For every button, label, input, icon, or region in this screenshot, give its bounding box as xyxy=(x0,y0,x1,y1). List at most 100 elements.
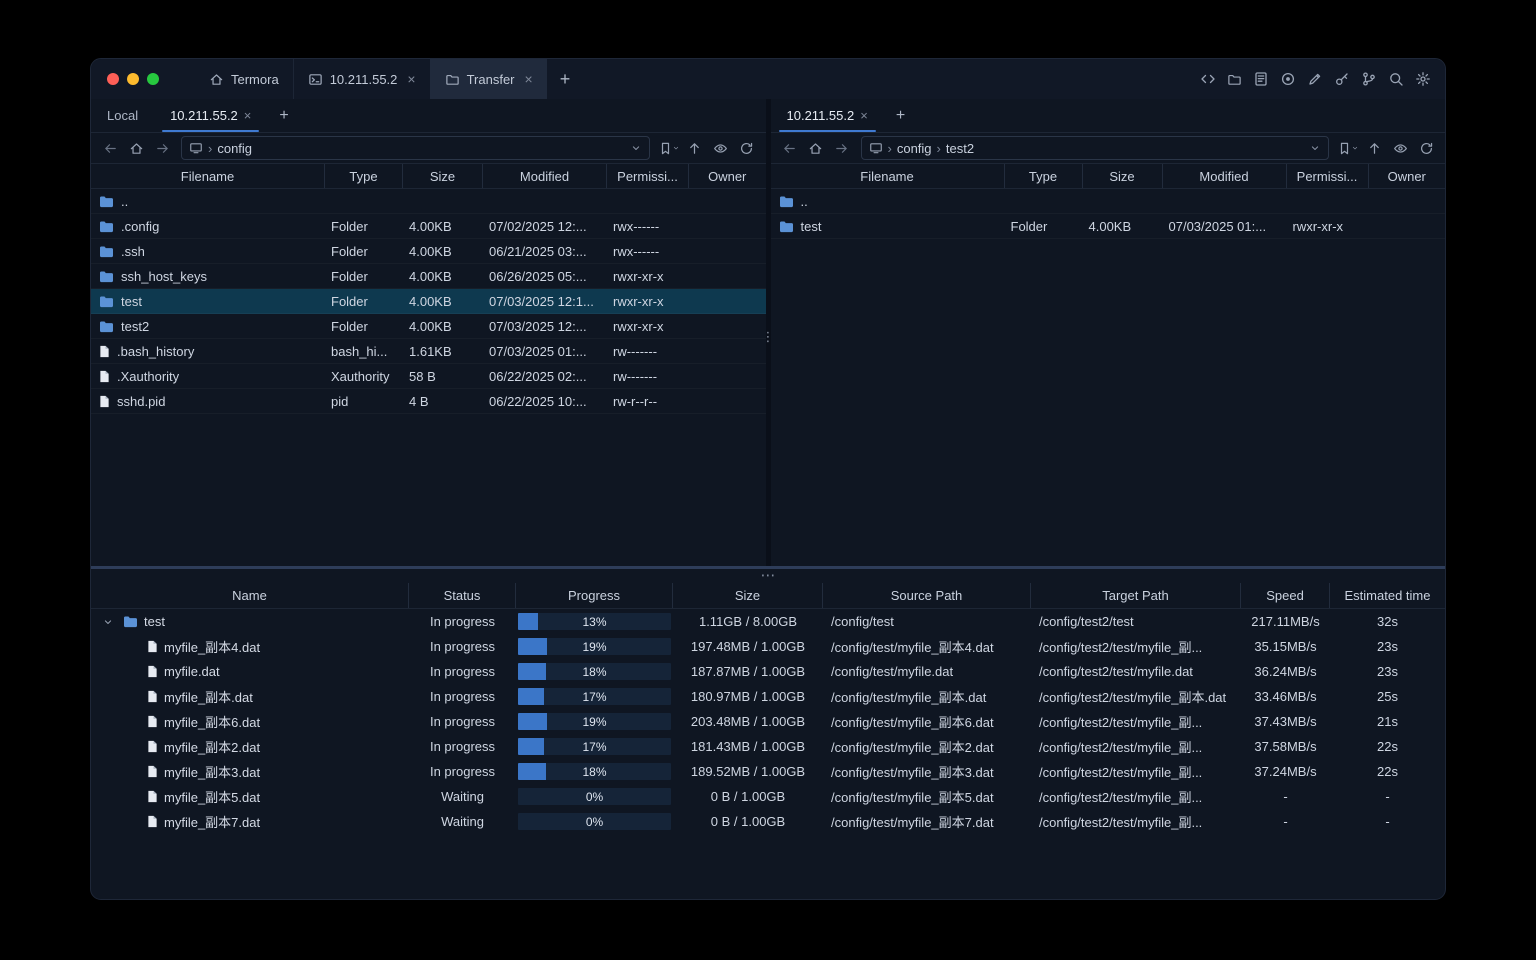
file-row-ssh-host-keys[interactable]: ssh_host_keys Folder 4.00KB 06/26/2025 05:.… xyxy=(91,264,766,289)
collapse-icon[interactable] xyxy=(99,616,117,628)
transfer-name-text: myfile_副本3.dat xyxy=(164,765,261,780)
permissions-cell xyxy=(607,189,689,213)
back-button[interactable] xyxy=(777,136,803,160)
column-header-owner[interactable]: Owner xyxy=(689,164,766,188)
folder-icon[interactable] xyxy=(1227,72,1242,87)
close-icon[interactable]: × xyxy=(407,71,415,87)
record-icon[interactable] xyxy=(1280,71,1296,87)
file-row-xauthority[interactable]: .Xauthority Xauthority 58 B 06/22/2025 02:.… xyxy=(91,364,766,389)
transfer-column-header-status[interactable]: Status xyxy=(409,583,516,608)
home-button[interactable] xyxy=(803,136,829,160)
branch-icon[interactable] xyxy=(1361,71,1377,87)
chevron-down-icon[interactable] xyxy=(1309,142,1321,154)
transfer-row-myfile-5-dat[interactable]: myfile_副本5.dat Waiting 0% 0 B / 1.00GB/conf… xyxy=(91,784,1445,809)
filename-cell: sshd.pid xyxy=(91,389,325,413)
show-hidden-files-button[interactable] xyxy=(708,136,734,160)
column-header-modified[interactable]: Modified xyxy=(1163,164,1287,188)
close-icon[interactable]: × xyxy=(244,108,252,123)
up-directory-button[interactable] xyxy=(682,136,708,160)
file-row-test[interactable]: test Folder 4.00KB 07/03/2025 01:... rwxr-xr… xyxy=(771,214,1446,239)
path-combobox[interactable]: › config xyxy=(181,136,650,160)
file-row-config[interactable]: .config Folder 4.00KB 07/02/2025 12:... rwx-… xyxy=(91,214,766,239)
path-segment[interactable]: config xyxy=(217,141,252,156)
transfer-row-test[interactable]: test In progress 13% 1.11GB / 8.00GB/config… xyxy=(91,609,1445,634)
column-header-type[interactable]: Type xyxy=(325,164,403,188)
transfer-row-myfile-2-dat[interactable]: myfile_副本2.dat In progress 17% 181.43MB / 1… xyxy=(91,734,1445,759)
bookmark-button[interactable] xyxy=(1335,136,1361,160)
refresh-button[interactable] xyxy=(734,136,760,160)
transfer-row-myfile-dat[interactable]: myfile_副本.dat In progress 17% 180.97MB / 1.… xyxy=(91,684,1445,709)
up-directory-button[interactable] xyxy=(1361,136,1387,160)
settings-icon[interactable] xyxy=(1415,71,1431,87)
chevron-down-icon[interactable] xyxy=(630,142,642,154)
home-button[interactable] xyxy=(123,136,149,160)
transfer-row-myfile-7-dat[interactable]: myfile_副本7.dat Waiting 0% 0 B / 1.00GB/conf… xyxy=(91,809,1445,834)
size-cell: 4.00KB xyxy=(1088,218,1132,234)
log-icon[interactable] xyxy=(1253,71,1269,87)
transfer-column-header-estimated-time[interactable]: Estimated time xyxy=(1330,583,1445,608)
file-row-item[interactable]: .. xyxy=(91,189,766,214)
zoom-window-button[interactable] xyxy=(147,73,159,85)
edit-icon[interactable] xyxy=(1307,71,1323,87)
forward-button[interactable] xyxy=(149,136,175,160)
column-header-filename[interactable]: Filename xyxy=(91,164,325,188)
back-button[interactable] xyxy=(97,136,123,160)
column-header-permissi[interactable]: Permissi... xyxy=(1287,164,1369,188)
progress-label: 18% xyxy=(582,764,607,779)
file-row-item[interactable]: .. xyxy=(771,189,1446,214)
path-combobox[interactable]: › config › test2 xyxy=(860,136,1329,160)
code-icon[interactable] xyxy=(1200,71,1216,87)
close-icon[interactable]: × xyxy=(525,71,533,87)
file-row-ssh[interactable]: .ssh Folder 4.00KB 06/21/2025 03:... rwx----… xyxy=(91,239,766,264)
folder-icon xyxy=(445,72,460,87)
file-icon xyxy=(147,740,158,753)
column-header-type[interactable]: Type xyxy=(1005,164,1083,188)
transfer-column-header-size[interactable]: Size xyxy=(673,583,823,608)
transfer-row-myfile-3-dat[interactable]: myfile_副本3.dat In progress 18% 189.52MB / 1… xyxy=(91,759,1445,784)
new-app-tab-button[interactable]: + xyxy=(547,59,584,99)
transfer-column-header-source-path[interactable]: Source Path xyxy=(823,583,1031,608)
app-tab-10-211-55-2[interactable]: 10.211.55.2 × xyxy=(292,59,430,99)
right-pane-tab-10-211-55-2[interactable]: 10.211.55.2 × xyxy=(771,99,884,132)
left-new-pane-tab-button[interactable]: + xyxy=(267,99,300,132)
transfer-column-header-progress[interactable]: Progress xyxy=(516,583,673,608)
column-header-size[interactable]: Size xyxy=(1083,164,1163,188)
transfer-column-header-name[interactable]: Name xyxy=(91,583,409,608)
path-segment[interactable]: test2 xyxy=(946,141,974,156)
transfer-row-myfile-4-dat[interactable]: myfile_副本4.dat In progress 19% 197.48MB / 1… xyxy=(91,634,1445,659)
left-pane-tab-10-211-55-2[interactable]: 10.211.55.2 × xyxy=(154,99,267,132)
column-header-permissi[interactable]: Permissi... xyxy=(607,164,689,188)
minimize-window-button[interactable] xyxy=(127,73,139,85)
transfer-row-myfile-6-dat[interactable]: myfile_副本6.dat In progress 19% 203.48MB / 1… xyxy=(91,709,1445,734)
left-pane-tab-local[interactable]: Local xyxy=(91,99,154,132)
right-new-pane-tab-button[interactable]: + xyxy=(884,99,917,132)
column-header-owner[interactable]: Owner xyxy=(1369,164,1446,188)
refresh-button[interactable] xyxy=(1413,136,1439,160)
file-row-test[interactable]: test Folder 4.00KB 07/03/2025 12:1... rwxr-x… xyxy=(91,289,766,314)
pane-splitter[interactable] xyxy=(765,99,771,566)
file-row-bash-history[interactable]: .bash_history bash_hi... 1.61KB 07/03/2025 … xyxy=(91,339,766,364)
search-icon[interactable] xyxy=(1388,71,1404,87)
folder-icon xyxy=(99,220,114,233)
close-window-button[interactable] xyxy=(107,73,119,85)
column-header-modified[interactable]: Modified xyxy=(483,164,607,188)
transfer-column-header-target-path[interactable]: Target Path xyxy=(1031,583,1241,608)
close-icon[interactable]: × xyxy=(860,108,868,123)
progress-cell: 18% xyxy=(516,759,673,784)
file-row-sshd-pid[interactable]: sshd.pid pid 4 B 06/22/2025 10:... rw-r--r-- xyxy=(91,389,766,414)
modified-cell: 07/02/2025 12:... xyxy=(489,218,587,234)
key-icon[interactable] xyxy=(1334,71,1350,87)
app-tab-termora[interactable]: Termora xyxy=(195,59,293,99)
app-tab-transfer[interactable]: Transfer × xyxy=(429,59,547,99)
file-row-test2[interactable]: test2 Folder 4.00KB 07/03/2025 12:... rwxr-x… xyxy=(91,314,766,339)
progress-label: 17% xyxy=(582,739,607,754)
transfer-splitter[interactable] xyxy=(91,569,1445,583)
path-segment[interactable]: config xyxy=(897,141,932,156)
transfer-row-myfile-dat[interactable]: myfile.dat In progress 18% 187.87MB / 1.00G… xyxy=(91,659,1445,684)
column-header-size[interactable]: Size xyxy=(403,164,483,188)
show-hidden-files-button[interactable] xyxy=(1387,136,1413,160)
bookmark-button[interactable] xyxy=(656,136,682,160)
transfer-column-header-speed[interactable]: Speed xyxy=(1241,583,1330,608)
column-header-filename[interactable]: Filename xyxy=(771,164,1005,188)
forward-button[interactable] xyxy=(829,136,855,160)
